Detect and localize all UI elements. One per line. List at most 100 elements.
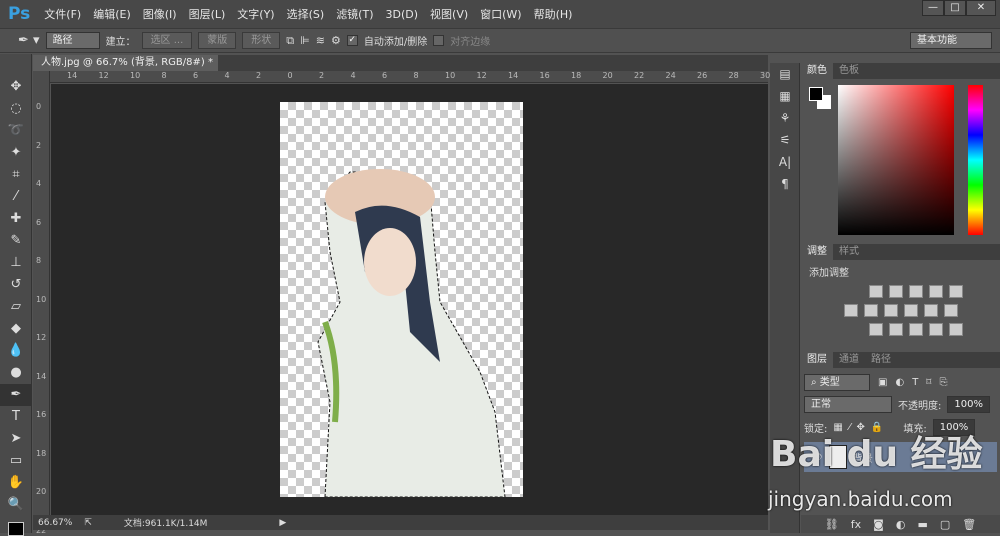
magic-wand-tool-icon[interactable]: ✦ — [0, 142, 32, 164]
tab-paths[interactable]: 路径 — [865, 352, 897, 368]
auto-add-delete-checkbox[interactable]: ✓ — [346, 35, 358, 46]
pen-tool-icon[interactable]: ✒ — [0, 384, 32, 406]
paint-bucket-tool-icon[interactable]: ◆ — [0, 318, 32, 340]
tab-adjustments[interactable]: 调整 — [801, 244, 833, 260]
menu-3d[interactable]: 3D(D) — [386, 8, 419, 21]
menu-select[interactable]: 选择(S) — [287, 6, 325, 22]
blur-tool-icon[interactable]: 💧 — [0, 340, 32, 362]
levels-icon[interactable] — [888, 285, 903, 298]
paragraph-icon[interactable]: ¶ — [770, 173, 800, 195]
close-button[interactable]: ✕ — [966, 0, 996, 16]
maximize-button[interactable]: □ — [944, 0, 966, 16]
new-layer-icon[interactable]: ▢ — [940, 518, 950, 531]
zoom-tool-icon[interactable]: 🔍 — [0, 494, 32, 516]
menu-filter[interactable]: 滤镜(T) — [336, 6, 373, 22]
shape-button[interactable]: 形状 — [242, 32, 281, 49]
align-edges-checkbox[interactable] — [433, 35, 445, 46]
menu-edit[interactable]: 编辑(E) — [93, 6, 131, 22]
mask-button[interactable]: 蒙版 — [198, 32, 237, 49]
eyedropper-tool-icon[interactable]: ⁄ — [0, 186, 32, 208]
foreground-color[interactable] — [809, 87, 823, 101]
brightness-icon[interactable] — [868, 285, 883, 298]
filter-pixel-icon[interactable]: ▣ — [878, 377, 887, 388]
pen-tool-preset-icon[interactable]: ✒ ▾ — [18, 33, 40, 48]
color-swatches[interactable] — [0, 516, 31, 536]
status-menu-arrow-icon[interactable]: ▶ — [279, 518, 286, 528]
tab-channels[interactable]: 通道 — [833, 352, 865, 368]
document-tab[interactable]: 人物.jpg @ 66.7% (背景, RGB/8#) * × — [33, 55, 218, 84]
marquee-tool-icon[interactable]: ◌ — [0, 98, 32, 120]
delete-layer-icon[interactable]: 🗑 — [962, 518, 976, 531]
minimize-button[interactable]: — — [922, 0, 944, 16]
color-field[interactable] — [838, 85, 954, 235]
export-icon[interactable]: ⇱ — [84, 518, 92, 528]
tab-swatches[interactable]: 色板 — [833, 63, 865, 79]
foreground-color-swatch[interactable] — [8, 522, 24, 536]
channel-mixer-icon[interactable] — [923, 304, 938, 317]
gear-icon[interactable]: ⚙ — [331, 34, 341, 47]
filter-shape-icon[interactable]: ⌑ — [926, 377, 931, 388]
gradient-map-icon[interactable] — [948, 323, 963, 336]
character-icon[interactable]: A| — [770, 151, 800, 173]
selective-color-icon[interactable] — [928, 323, 943, 336]
crop-tool-icon[interactable]: ⌗ — [0, 164, 32, 186]
menu-type[interactable]: 文字(Y) — [237, 6, 274, 22]
lasso-tool-icon[interactable]: ➰ — [0, 120, 32, 142]
stamp-tool-icon[interactable]: ⊥ — [0, 252, 32, 274]
hand-tool-icon[interactable]: ✋ — [0, 472, 32, 494]
tab-layers[interactable]: 图层 — [801, 352, 833, 368]
hue-slider[interactable] — [968, 85, 983, 235]
menu-help[interactable]: 帮助(H) — [534, 6, 573, 22]
black-white-icon[interactable] — [883, 304, 898, 317]
rectangle-tool-icon[interactable]: ▭ — [0, 450, 32, 472]
add-mask-icon[interactable]: ◙ — [873, 518, 884, 531]
filter-type-icon[interactable]: T — [912, 377, 918, 388]
path-operations-icon[interactable]: ⧉ — [286, 34, 294, 48]
menu-image[interactable]: 图像(I) — [143, 6, 177, 22]
actions-icon[interactable]: ▦ — [770, 85, 800, 107]
threshold-icon[interactable] — [908, 323, 923, 336]
color-balance-icon[interactable] — [863, 304, 878, 317]
invert-icon[interactable] — [868, 323, 883, 336]
color-lookup-icon[interactable] — [943, 304, 958, 317]
brush-settings-icon[interactable]: ⚟ — [770, 129, 800, 151]
history-icon[interactable]: ▤ — [770, 63, 800, 85]
layer-style-icon[interactable]: fx — [851, 518, 861, 531]
zoom-level[interactable]: 66.67% — [38, 518, 72, 528]
menu-view[interactable]: 视图(V) — [430, 6, 468, 22]
eraser-tool-icon[interactable]: ▱ — [0, 296, 32, 318]
document-image[interactable] — [280, 102, 523, 498]
menu-file[interactable]: 文件(F) — [44, 6, 81, 22]
mode-select[interactable]: 路径 — [45, 32, 100, 49]
layer-filter-select[interactable]: ⌕ 类型 — [804, 373, 870, 391]
exposure-icon[interactable] — [928, 285, 943, 298]
move-tool-icon[interactable]: ✥ — [0, 76, 32, 98]
type-tool-icon[interactable]: T — [0, 406, 32, 428]
tab-color[interactable]: 颜色 — [801, 63, 833, 79]
new-adjustment-layer-icon[interactable]: ◐ — [896, 518, 906, 531]
vibrance-icon[interactable] — [948, 285, 963, 298]
curves-icon[interactable] — [908, 285, 923, 298]
selection-button[interactable]: 选区 ... — [141, 32, 193, 49]
opacity-input[interactable]: 100% — [947, 395, 990, 413]
new-group-icon[interactable]: ▬ — [917, 518, 927, 531]
path-arrangement-icon[interactable]: ≋ — [316, 34, 325, 47]
dodge-tool-icon[interactable]: ● — [0, 362, 32, 384]
blend-mode-select[interactable]: 正常 — [804, 395, 892, 413]
workspace-select[interactable]: 基本功能 — [910, 32, 992, 49]
history-brush-tool-icon[interactable]: ↺ — [0, 274, 32, 296]
hue-saturation-icon[interactable] — [843, 304, 858, 317]
brush-presets-icon[interactable]: ⚘ — [770, 107, 800, 129]
path-alignment-icon[interactable]: ⊫ — [300, 34, 310, 47]
filter-adjustment-icon[interactable]: ◐ — [895, 377, 904, 388]
photo-filter-icon[interactable] — [903, 304, 918, 317]
brush-tool-icon[interactable]: ✎ — [0, 230, 32, 252]
posterize-icon[interactable] — [888, 323, 903, 336]
filter-smart-object-icon[interactable]: ⎘ — [939, 377, 947, 388]
menu-layer[interactable]: 图层(L) — [189, 6, 226, 22]
path-selection-tool-icon[interactable]: ➤ — [0, 428, 32, 450]
link-layers-icon[interactable]: ⛓ — [825, 518, 839, 531]
tab-styles[interactable]: 样式 — [833, 244, 865, 260]
menu-window[interactable]: 窗口(W) — [480, 6, 521, 22]
healing-brush-tool-icon[interactable]: ✚ — [0, 208, 32, 230]
